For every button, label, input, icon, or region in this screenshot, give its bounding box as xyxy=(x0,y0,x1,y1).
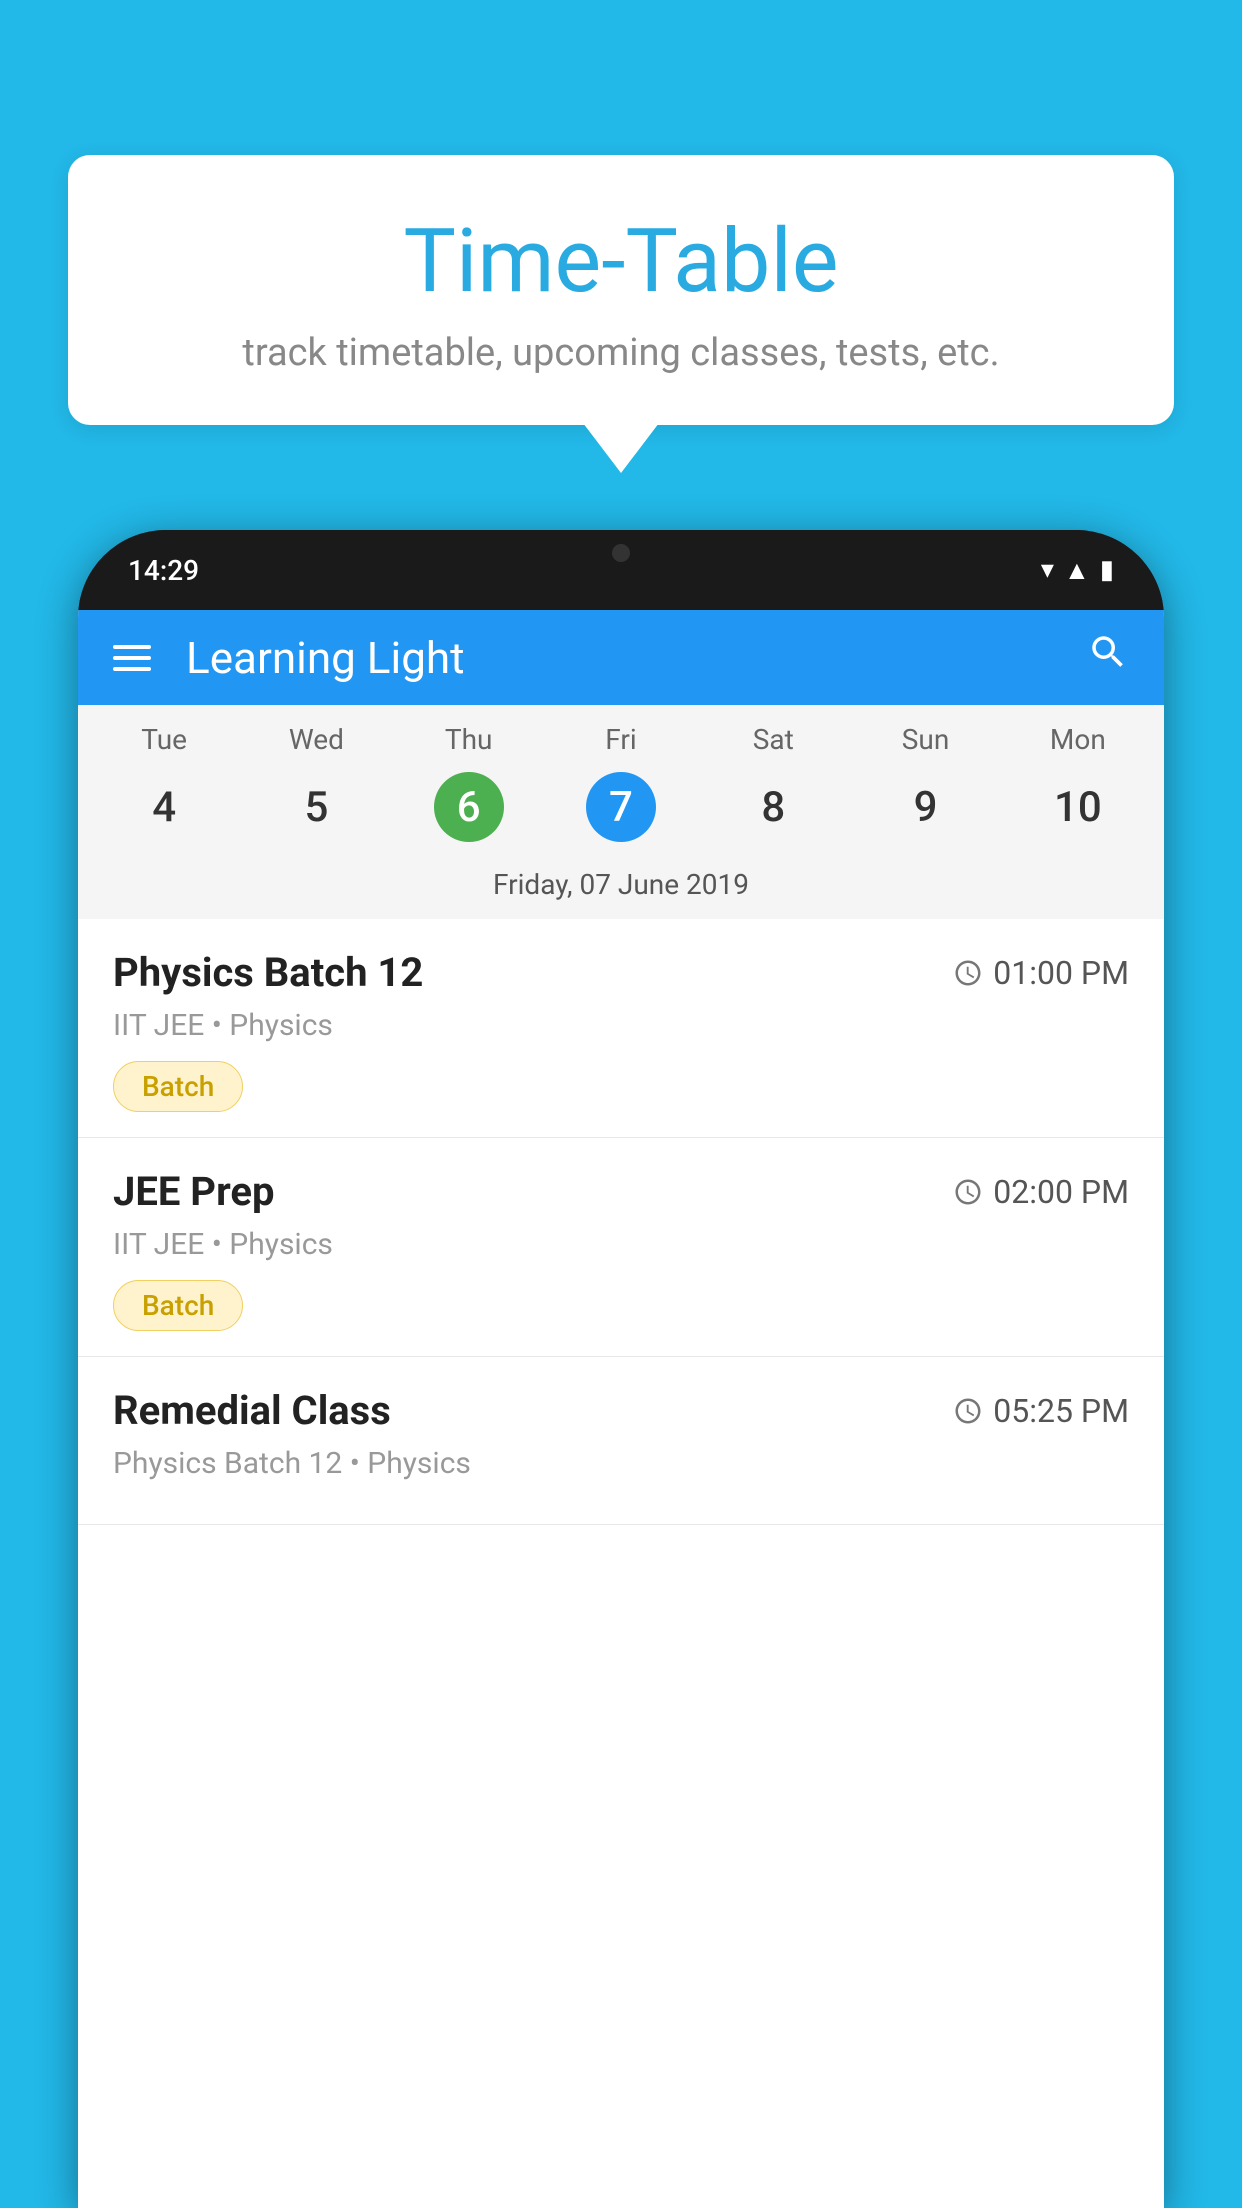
schedule-item-3[interactable]: Remedial Class 05:25 PM Physics Batch 12… xyxy=(78,1357,1164,1525)
camera-dot xyxy=(612,544,630,562)
status-time: 14:29 xyxy=(128,554,199,587)
day-header-thu: Thu xyxy=(393,723,545,756)
day-5[interactable]: 5 xyxy=(240,772,392,842)
day-header-sun: Sun xyxy=(849,723,1001,756)
bubble-subtitle: track timetable, upcoming classes, tests… xyxy=(128,331,1114,375)
schedule-item-3-header: Remedial Class 05:25 PM xyxy=(113,1387,1129,1434)
status-icons: ▾ ▲ ▮ xyxy=(1041,555,1114,586)
day-header-sat: Sat xyxy=(697,723,849,756)
battery-icon: ▮ xyxy=(1100,555,1114,585)
day-numbers: 4 5 6 7 8 9 10 xyxy=(88,764,1154,858)
day-7-selected[interactable]: 7 xyxy=(586,772,656,842)
phone-frame: 14:29 ▾ ▲ ▮ Learning Light xyxy=(78,530,1164,2208)
day-headers: Tue Wed Thu Fri Sat Sun Mon xyxy=(88,705,1154,764)
day-header-wed: Wed xyxy=(240,723,392,756)
item-1-time: 01:00 PM xyxy=(953,954,1129,992)
item-1-subtitle: IIT JEE • Physics xyxy=(113,1008,1129,1043)
speech-bubble: Time-Table track timetable, upcoming cla… xyxy=(68,155,1174,425)
day-4[interactable]: 4 xyxy=(88,772,240,842)
schedule-container: Physics Batch 12 01:00 PM IIT JEE • Phys… xyxy=(78,919,1164,1525)
day-10[interactable]: 10 xyxy=(1002,772,1154,842)
item-3-time: 05:25 PM xyxy=(953,1392,1129,1430)
day-header-fri: Fri xyxy=(545,723,697,756)
app-header: Learning Light xyxy=(78,610,1164,705)
phone-top-bar: 14:29 ▾ ▲ ▮ xyxy=(78,530,1164,610)
clock-icon-3 xyxy=(953,1396,983,1426)
day-6-today[interactable]: 6 xyxy=(434,772,504,842)
clock-icon-1 xyxy=(953,958,983,988)
item-2-badge: Batch xyxy=(113,1280,243,1331)
wifi-icon: ▾ xyxy=(1041,555,1054,585)
schedule-item-1-header: Physics Batch 12 01:00 PM xyxy=(113,949,1129,996)
item-1-badge: Batch xyxy=(113,1061,243,1112)
item-1-title: Physics Batch 12 xyxy=(113,949,423,996)
selected-date-label: Friday, 07 June 2019 xyxy=(88,858,1154,919)
item-2-title: JEE Prep xyxy=(113,1168,274,1215)
phone-notch xyxy=(561,530,681,576)
clock-icon-2 xyxy=(953,1177,983,1207)
item-2-time: 02:00 PM xyxy=(953,1173,1129,1211)
calendar-strip: Tue Wed Thu Fri Sat Sun Mon 4 5 6 7 8 9 … xyxy=(78,705,1164,919)
phone-content: Learning Light Tue Wed Thu Fri Sat Sun M… xyxy=(78,610,1164,2208)
schedule-item-2-header: JEE Prep 02:00 PM xyxy=(113,1168,1129,1215)
day-header-tue: Tue xyxy=(88,723,240,756)
item-3-title: Remedial Class xyxy=(113,1387,391,1434)
day-header-mon: Mon xyxy=(1002,723,1154,756)
schedule-item-1[interactable]: Physics Batch 12 01:00 PM IIT JEE • Phys… xyxy=(78,919,1164,1138)
day-8[interactable]: 8 xyxy=(697,772,849,842)
signal-icon: ▲ xyxy=(1064,555,1090,586)
search-icon[interactable] xyxy=(1087,631,1129,684)
bubble-title: Time-Table xyxy=(128,210,1114,313)
item-3-subtitle: Physics Batch 12 • Physics xyxy=(113,1446,1129,1481)
app-title: Learning Light xyxy=(186,632,1087,684)
day-9[interactable]: 9 xyxy=(849,772,1001,842)
item-2-subtitle: IIT JEE • Physics xyxy=(113,1227,1129,1262)
schedule-item-2[interactable]: JEE Prep 02:00 PM IIT JEE • Physics Batc… xyxy=(78,1138,1164,1357)
hamburger-menu-button[interactable] xyxy=(113,645,151,671)
